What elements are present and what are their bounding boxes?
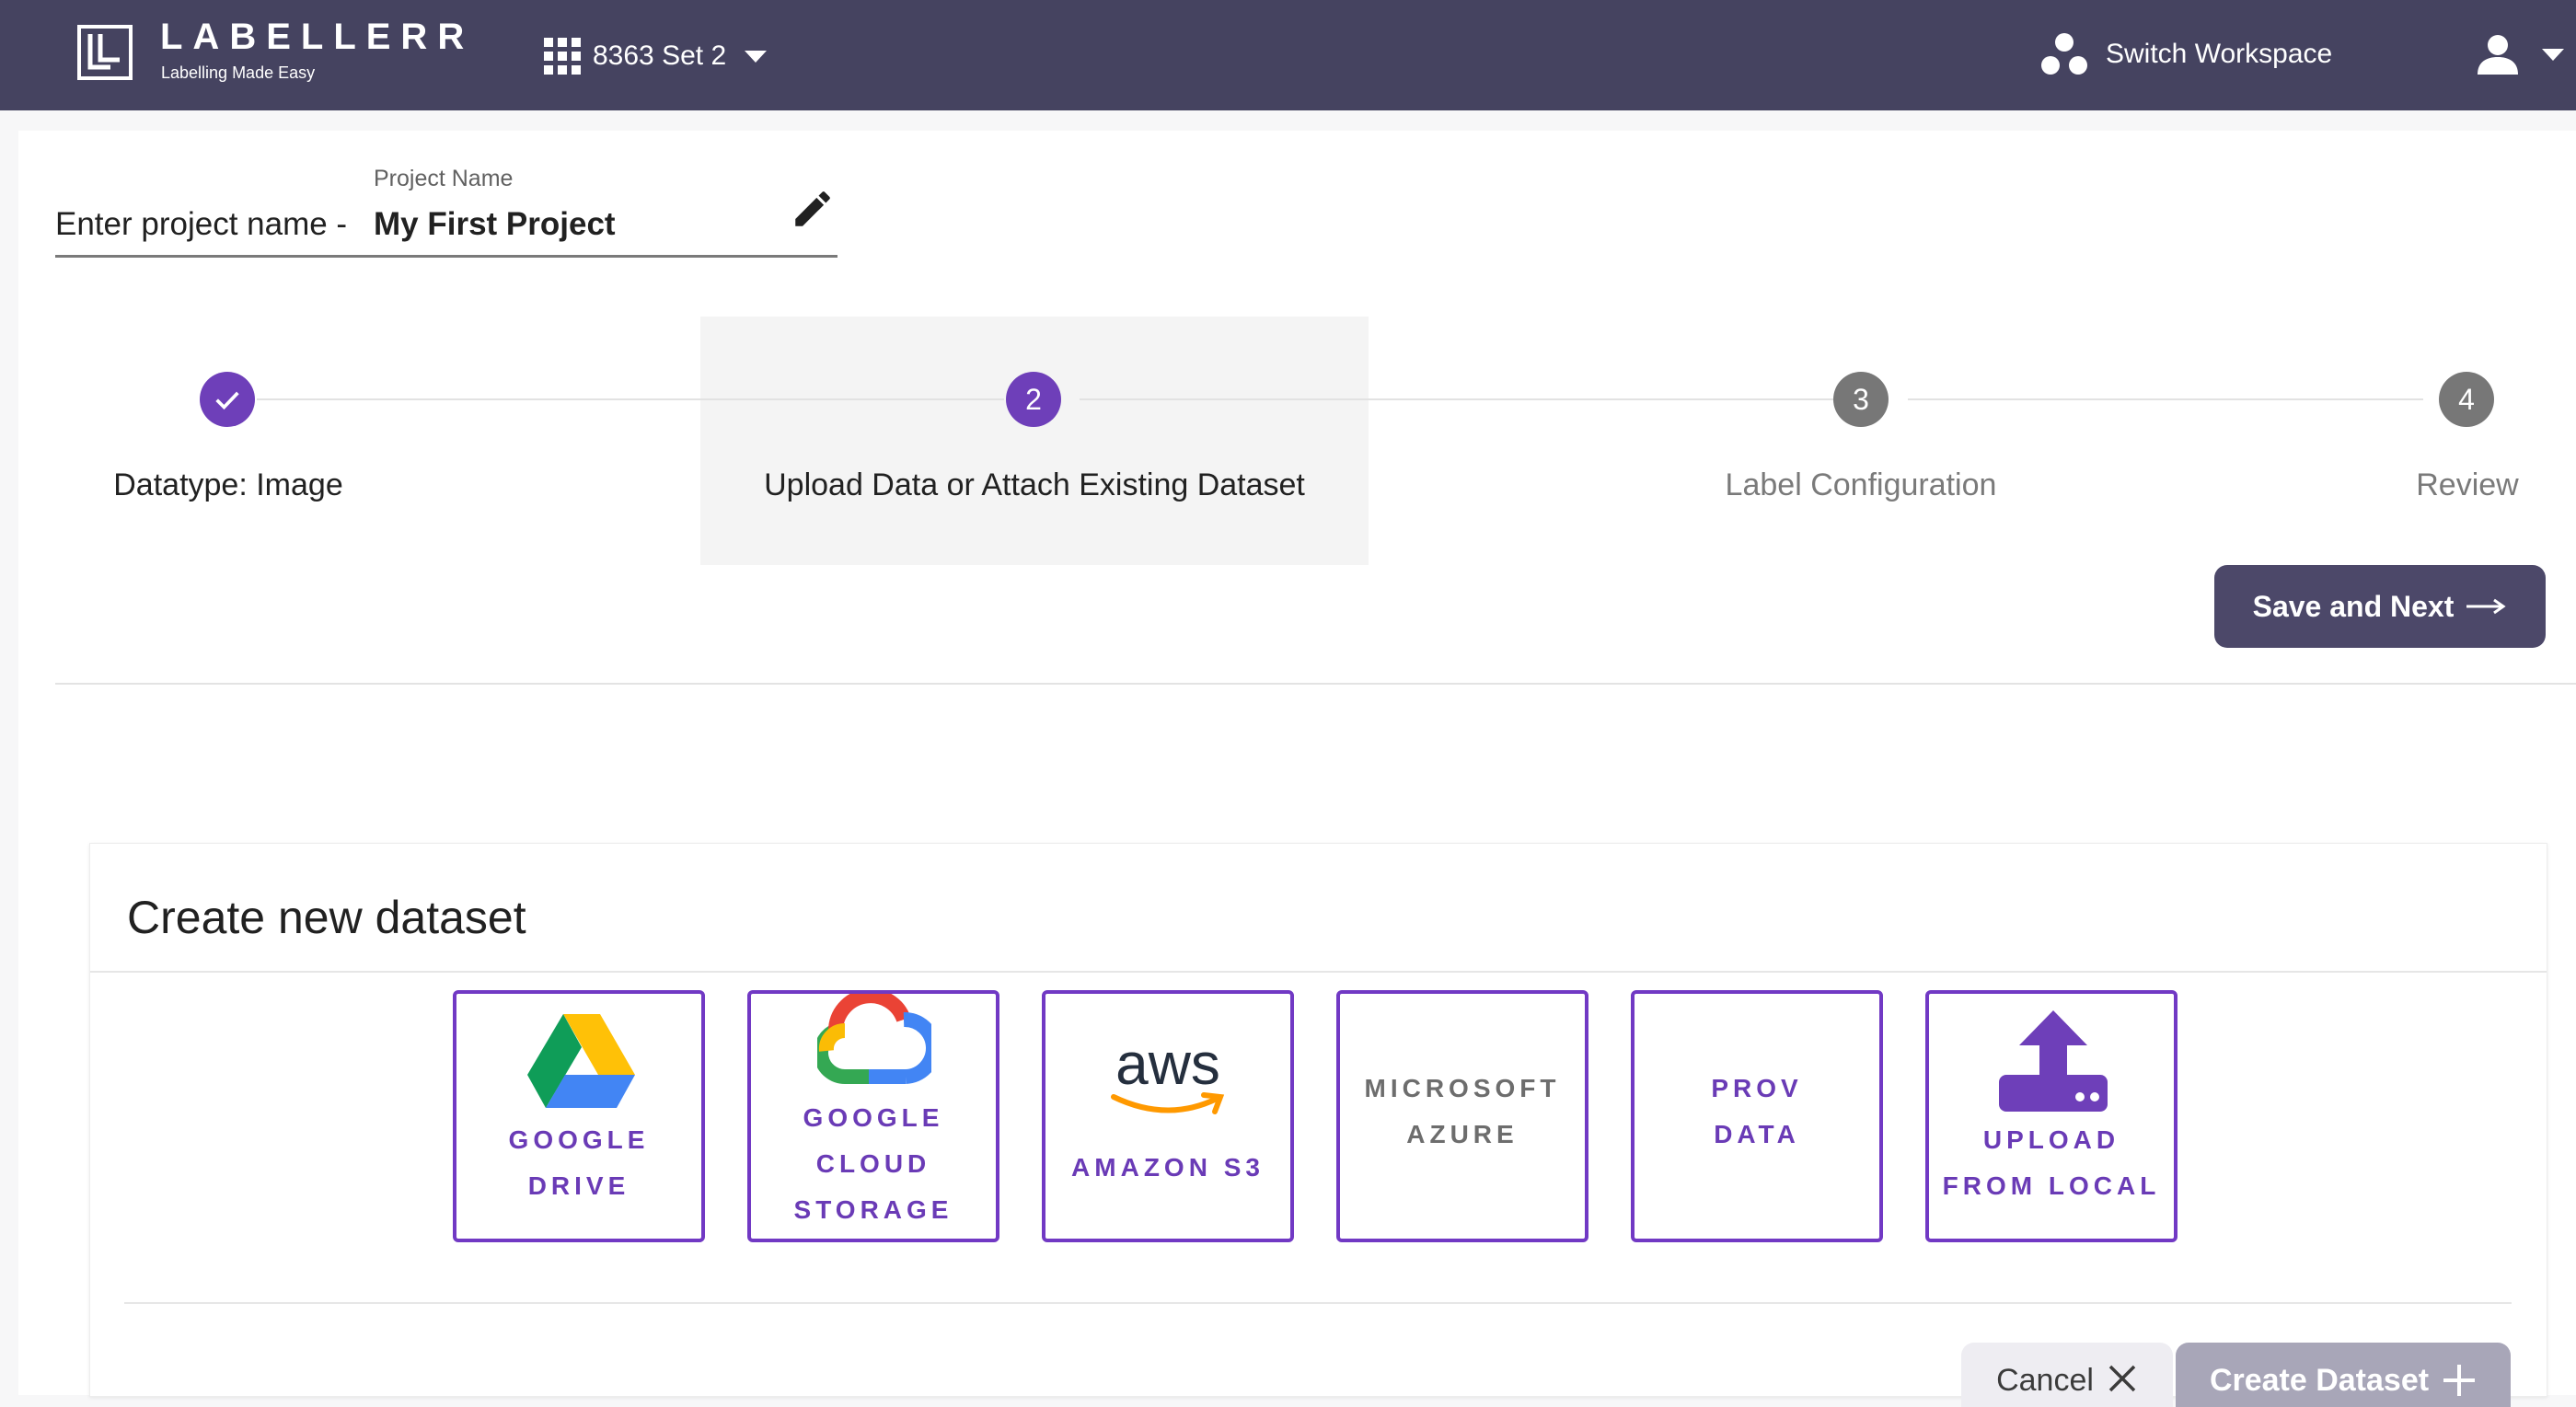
create-dataset-button[interactable]: Create Dataset [2176,1343,2511,1407]
source-name: GOOGLE DRIVE [508,1125,650,1200]
aws-icon: aws [1045,1031,1290,1117]
switch-workspace-label: Switch Workspace [2106,39,2333,69]
step-4-indicator: 4 [2439,372,2494,427]
create-dataset-title: Create new dataset [127,892,526,943]
brand-tagline: Labelling Made Easy [161,63,316,82]
cancel-label: Cancel [1996,1363,2094,1398]
source-name: MICROSOFT AZURE [1364,1074,1561,1148]
source-google-cloud-storage[interactable]: GOOGLE CLOUD STORAGE [747,990,999,1242]
source-prov-data[interactable]: PROV DATA [1631,990,1883,1242]
create-dataset-label: Create Dataset [2209,1363,2430,1398]
source-name: GOOGLE CLOUD STORAGE [793,1103,953,1224]
source-name: AMAZON S3 [1071,1153,1265,1182]
source-amazon-s3[interactable]: aws AMAZON S3 [1042,990,1294,1242]
step-2-indicator: 2 [1006,372,1061,427]
workspaces-icon [2041,33,2087,75]
step-4-label: Review [2416,467,2519,502]
section-divider [55,683,2576,685]
workspace-selector[interactable]: 8363 Set 2 [543,35,768,77]
source-upload-from-local[interactable]: UPLOAD FROM LOCAL [1925,990,2177,1242]
apps-grid-icon [544,38,581,75]
upload-icon [1999,1010,2108,1112]
chevron-down-icon [745,50,768,63]
step-1-label: Datatype: Image [113,467,343,502]
switch-workspace-button[interactable]: Switch Workspace [2039,31,2332,77]
source-name: PROV DATA [1711,1074,1803,1148]
cancel-button[interactable]: Cancel [1961,1343,2173,1407]
aws-logo-text: aws [1115,1031,1220,1097]
project-name-field-label: Project Name [374,166,514,191]
active-step-highlight [700,317,1369,565]
close-icon [2108,1365,2136,1392]
chevron-down-icon [2542,48,2564,61]
project-name-input[interactable]: My First Project [374,206,616,243]
user-menu[interactable] [2476,31,2564,77]
plus-icon [2443,1365,2476,1396]
brand-name: LABELLERR [160,17,475,57]
top-navigation-bar: LABELLERR Labelling Made Easy 8363 Set 2… [0,0,2576,110]
source-google-drive[interactable]: GOOGLE DRIVE [453,990,705,1242]
source-name: UPLOAD FROM LOCAL [1942,1125,2161,1200]
arrow-right-icon [2466,598,2506,615]
step-3-label: Label Configuration [1725,467,1997,502]
step-1-done-indicator [200,372,255,427]
step-connector [1908,398,2423,400]
project-name-underline [55,255,837,258]
user-avatar-icon [2478,35,2518,75]
source-microsoft-azure[interactable]: MICROSOFT AZURE [1336,990,1588,1242]
google-drive-icon [527,1014,635,1108]
card-header-divider [90,971,2547,973]
step-connector [1080,398,1834,400]
edit-pencil-icon[interactable] [790,186,836,232]
project-name-prefix: Enter project name - [55,206,348,242]
labellerr-logo-icon [77,25,133,80]
step-2-label: Upload Data or Attach Existing Dataset [764,467,1305,502]
check-icon [215,391,239,410]
save-and-next-label: Save and Next [2252,589,2455,623]
step-connector [257,398,1004,400]
step-3-indicator: 3 [1833,372,1889,427]
card-footer-divider [124,1302,2512,1304]
save-and-next-button[interactable]: Save and Next [2214,565,2546,648]
workspace-name: 8363 Set 2 [593,40,727,71]
google-cloud-icon [817,994,931,1084]
